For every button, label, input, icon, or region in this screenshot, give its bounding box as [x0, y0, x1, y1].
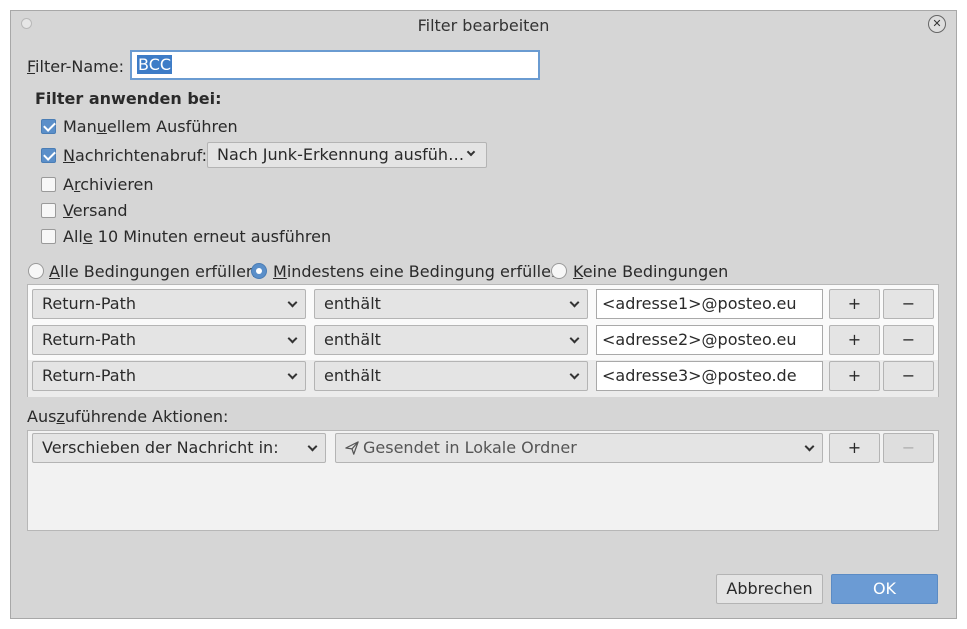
- rule-value-input[interactable]: <adresse1>@posteo.eu: [596, 289, 823, 319]
- window-title: Filter bearbeiten: [417, 16, 550, 35]
- action-target-value: Gesendet in Lokale Ordner: [363, 438, 577, 457]
- fetch-timing-value: Nach Junk-Erkennung ausfüh…: [217, 145, 465, 164]
- rule-operator-dropdown[interactable]: enthält: [314, 361, 588, 391]
- add-rule-button[interactable]: +: [829, 325, 880, 355]
- remove-rule-button[interactable]: −: [883, 325, 934, 355]
- manual-run-label[interactable]: Manuellem Ausführen: [63, 117, 238, 136]
- match-none-label[interactable]: Keine Bedingungen: [573, 262, 728, 281]
- match-all-radio[interactable]: [28, 263, 44, 279]
- rule-operator-dropdown[interactable]: enthält: [314, 325, 588, 355]
- chevron-down-icon: [569, 369, 580, 380]
- close-icon[interactable]: ✕: [928, 15, 946, 33]
- chevron-down-icon: [307, 441, 318, 452]
- chevron-down-icon: [569, 333, 580, 344]
- ok-button[interactable]: OK: [831, 574, 938, 604]
- action-type-value: Verschieben der Nachricht in:: [42, 438, 279, 457]
- add-rule-button[interactable]: +: [829, 361, 880, 391]
- title-bar: Filter bearbeiten ✕: [11, 11, 956, 41]
- action-target-dropdown[interactable]: Gesendet in Lokale Ordner: [335, 433, 823, 463]
- chevron-down-icon: [287, 369, 298, 380]
- action-type-dropdown[interactable]: Verschieben der Nachricht in:: [32, 433, 326, 463]
- chevron-down-icon: [287, 333, 298, 344]
- actions-label: Auszuführende Aktionen:: [27, 407, 229, 426]
- archive-checkbox[interactable]: [41, 177, 56, 192]
- manual-run-checkbox[interactable]: [41, 119, 56, 134]
- filter-name-label: Filter-Name:: [27, 57, 124, 76]
- add-rule-button[interactable]: +: [829, 289, 880, 319]
- filter-dialog: Filter bearbeiten ✕ Filter-Name: BCC Fil…: [10, 10, 957, 619]
- fetch-checkbox[interactable]: [41, 148, 56, 163]
- rule-field-dropdown[interactable]: Return-Path: [32, 289, 306, 319]
- send-label[interactable]: Versand: [63, 201, 128, 220]
- add-action-button[interactable]: +: [829, 433, 880, 463]
- chevron-down-icon: [804, 441, 815, 452]
- remove-action-button[interactable]: −: [883, 433, 934, 463]
- send-icon: [345, 441, 359, 455]
- chevron-down-icon: [466, 147, 476, 157]
- chevron-down-icon: [569, 297, 580, 308]
- periodic-label[interactable]: Alle 10 Minuten erneut ausführen: [63, 227, 331, 246]
- match-all-label[interactable]: Alle Bedingungen erfüllen: [49, 262, 256, 281]
- filter-name-value: BCC: [137, 55, 173, 74]
- chevron-down-icon: [287, 297, 298, 308]
- rule-operator-value: enthält: [324, 294, 381, 313]
- rule-operator-dropdown[interactable]: enthält: [314, 289, 588, 319]
- rule-operator-value: enthält: [324, 330, 381, 349]
- remove-rule-button[interactable]: −: [883, 361, 934, 391]
- filter-name-input[interactable]: BCC: [130, 50, 540, 80]
- rule-value-input[interactable]: <adresse2>@posteo.eu: [596, 325, 823, 355]
- match-none-radio[interactable]: [551, 263, 567, 279]
- periodic-checkbox[interactable]: [41, 229, 56, 244]
- rule-value-input[interactable]: <adresse3>@posteo.de: [596, 361, 823, 391]
- send-checkbox[interactable]: [41, 203, 56, 218]
- match-any-radio[interactable]: [251, 263, 267, 279]
- rule-field-dropdown[interactable]: Return-Path: [32, 325, 306, 355]
- rule-field-dropdown[interactable]: Return-Path: [32, 361, 306, 391]
- archive-label[interactable]: Archivieren: [63, 175, 154, 194]
- fetch-label[interactable]: Nachrichtenabruf:: [63, 146, 207, 165]
- apply-heading: Filter anwenden bei:: [35, 89, 222, 108]
- match-any-label[interactable]: Mindestens eine Bedingung erfüllen: [273, 262, 561, 281]
- rule-field-value: Return-Path: [42, 366, 137, 385]
- fetch-timing-dropdown[interactable]: Nach Junk-Erkennung ausfüh…: [207, 142, 487, 168]
- rule-field-value: Return-Path: [42, 294, 137, 313]
- cancel-button[interactable]: Abbrechen: [716, 574, 823, 604]
- remove-rule-button[interactable]: −: [883, 289, 934, 319]
- rule-field-value: Return-Path: [42, 330, 137, 349]
- rule-operator-value: enthält: [324, 366, 381, 385]
